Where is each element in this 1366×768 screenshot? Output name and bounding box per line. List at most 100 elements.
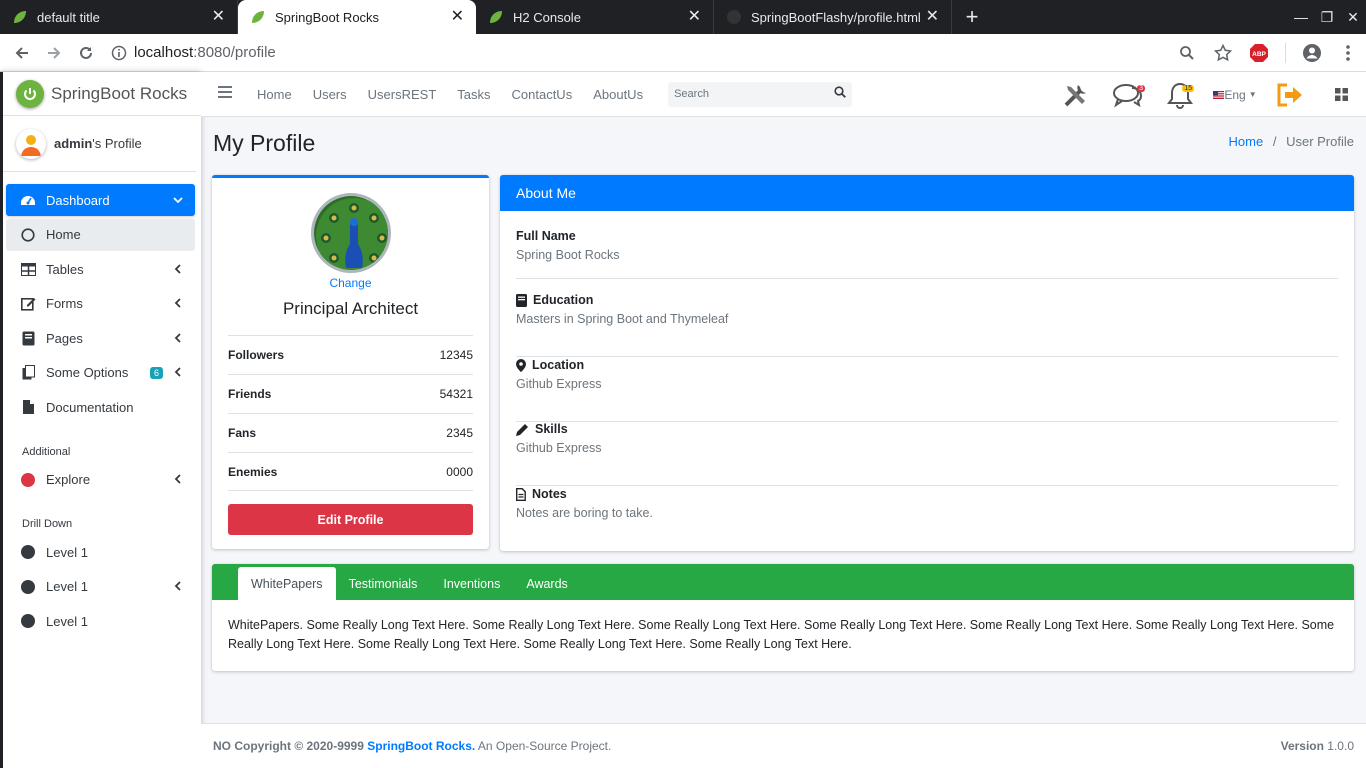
spring-leaf-icon (12, 9, 28, 25)
sidebar-item-label: Dashboard (46, 192, 110, 208)
forward-arrow-icon[interactable] (38, 37, 70, 69)
sidebar-item-explore[interactable]: Explore (6, 464, 195, 496)
sidebar-item-tables[interactable]: Tables (6, 253, 195, 285)
edit-profile-button[interactable]: Edit Profile (228, 504, 473, 535)
circle-outline-icon (20, 227, 36, 243)
sidebar-item-pages[interactable]: Pages (6, 322, 195, 354)
language-dropdown[interactable]: Eng ▼ (1206, 72, 1264, 117)
edit-icon (20, 296, 36, 312)
bookmark-star-icon[interactable] (1205, 37, 1241, 69)
notifications-bell-icon[interactable]: 15 (1154, 72, 1206, 117)
book-icon (20, 330, 36, 346)
about-me-card: About Me Full Name Spring Boot Rocks Edu… (500, 175, 1354, 551)
sidebar-item-label: Level 1 (46, 579, 88, 594)
sidebar-item-label: Tables (46, 261, 84, 277)
sidebar-item-label: Documentation (46, 399, 134, 415)
brand-text: SpringBoot Rocks (51, 83, 188, 103)
sidebar-item-level[interactable]: Level 1 (6, 571, 195, 603)
notifications-count-badge: 15 (1182, 85, 1194, 92)
search-icon[interactable] (834, 85, 847, 101)
account-icon[interactable] (1294, 37, 1330, 69)
language-label: Eng (1224, 87, 1246, 102)
sidebar-item-level[interactable]: Level 1 (6, 605, 195, 637)
chevron-left-icon (173, 472, 183, 487)
nav-link-usersrest[interactable]: UsersREST (360, 87, 445, 102)
about-label: Full Name (516, 229, 576, 243)
sidebar-item-label: Forms (46, 296, 83, 311)
messages-icon[interactable]: 3 (1102, 72, 1154, 117)
browser-tab[interactable]: H2 Console ✕ (476, 0, 714, 34)
apps-grid-icon[interactable] (1316, 72, 1366, 117)
user-panel[interactable]: admin's Profile (3, 116, 196, 172)
sidebar-item-dashboard[interactable]: Dashboard (6, 184, 195, 216)
tools-icon[interactable] (1050, 72, 1102, 117)
about-row-education: Education Masters in Spring Boot and Thy… (516, 293, 1338, 357)
browser-tab-active[interactable]: SpringBoot Rocks ✕ (238, 0, 476, 34)
sidebar-item-forms[interactable]: Forms (6, 288, 195, 320)
hamburger-menu-icon[interactable] (201, 85, 249, 103)
search-placeholder: Search (674, 88, 709, 100)
close-tab-icon[interactable]: ✕ (926, 9, 939, 25)
restore-icon[interactable]: ❐ (1314, 9, 1340, 26)
nav-link-aboutus[interactable]: AboutUs (585, 87, 651, 102)
info-icon[interactable] (108, 42, 130, 64)
version-label: Version (1280, 739, 1324, 753)
nav-link-home[interactable]: Home (249, 87, 300, 102)
stat-value: 0000 (446, 464, 473, 479)
reload-icon[interactable] (70, 37, 102, 69)
sidebar-item-home[interactable]: Home (6, 218, 195, 251)
file-text-icon (516, 487, 526, 501)
section-header-drilldown: Drill Down (22, 518, 73, 530)
adblock-icon[interactable]: ABP (1241, 37, 1277, 69)
tab-awards[interactable]: Awards (513, 567, 580, 600)
logout-icon[interactable] (1264, 72, 1316, 117)
stat-row-enemies: Enemies 0000 (228, 452, 473, 491)
minimize-icon[interactable]: — (1288, 9, 1314, 25)
pencil-icon (516, 423, 529, 436)
window-controls: — ❐ ✕ (1288, 0, 1366, 34)
new-tab-button[interactable]: + (952, 0, 992, 34)
brand-link[interactable]: SpringBoot Rocks (3, 72, 201, 116)
tab-whitepapers[interactable]: WhitePapers (238, 567, 336, 600)
about-me-header: About Me (500, 175, 1354, 211)
stat-row-friends: Friends 54321 (228, 374, 473, 413)
close-tab-icon[interactable]: ✕ (212, 9, 225, 25)
about-row-location: Location Github Express (516, 358, 1338, 422)
sidebar-item-level[interactable]: Level 1 (6, 536, 195, 568)
tab-inventions[interactable]: Inventions (430, 567, 513, 600)
search-input[interactable]: Search (668, 81, 853, 107)
change-avatar-link[interactable]: Change (212, 276, 489, 290)
profile-role: Principal Architect (282, 299, 419, 318)
red-circle-icon (20, 472, 36, 488)
about-value: Github Express (516, 441, 602, 455)
browser-tab[interactable]: SpringBootFlashy/profile.html a ✕ (714, 0, 952, 34)
chevron-left-icon (173, 331, 183, 346)
breadcrumb-home-link[interactable]: Home (1229, 134, 1264, 149)
browser-tab-title: SpringBoot Rocks (275, 9, 380, 25)
url-field[interactable]: localhost:8080/profile (108, 38, 1169, 68)
nav-link-users[interactable]: Users (305, 87, 355, 102)
content-wrapper: My Profile Home / User Profile Change Pr… (201, 117, 1366, 723)
back-arrow-icon[interactable] (6, 37, 38, 69)
close-tab-icon[interactable]: ✕ (451, 9, 464, 25)
about-row-full-name: Full Name Spring Boot Rocks (516, 229, 1338, 279)
stat-label: Followers (228, 348, 285, 362)
zoom-icon[interactable] (1169, 37, 1205, 69)
stat-row-followers: Followers 12345 (228, 335, 473, 374)
browser-tab-title: H2 Console (513, 9, 581, 25)
copy-icon (20, 365, 36, 381)
close-window-icon[interactable]: ✕ (1340, 9, 1366, 26)
footer-brand-link[interactable]: SpringBoot Rocks. (367, 739, 475, 753)
tab-testimonials[interactable]: Testimonials (336, 567, 431, 600)
toolbar-divider (1285, 42, 1286, 63)
menu-kebab-icon[interactable] (1330, 37, 1366, 69)
browser-tab[interactable]: default title ✕ (0, 0, 238, 34)
close-tab-icon[interactable]: ✕ (688, 9, 701, 25)
sidebar-item-some-options[interactable]: Some Options 6 (6, 357, 195, 389)
nav-link-tasks[interactable]: Tasks (449, 87, 498, 102)
sidebar-item-documentation[interactable]: Documentation (6, 391, 195, 423)
spring-logo-icon (16, 79, 44, 108)
nav-link-contactus[interactable]: ContactUs (504, 87, 581, 102)
spring-leaf-icon (250, 9, 266, 25)
sidebar-item-label: Home (46, 227, 81, 242)
